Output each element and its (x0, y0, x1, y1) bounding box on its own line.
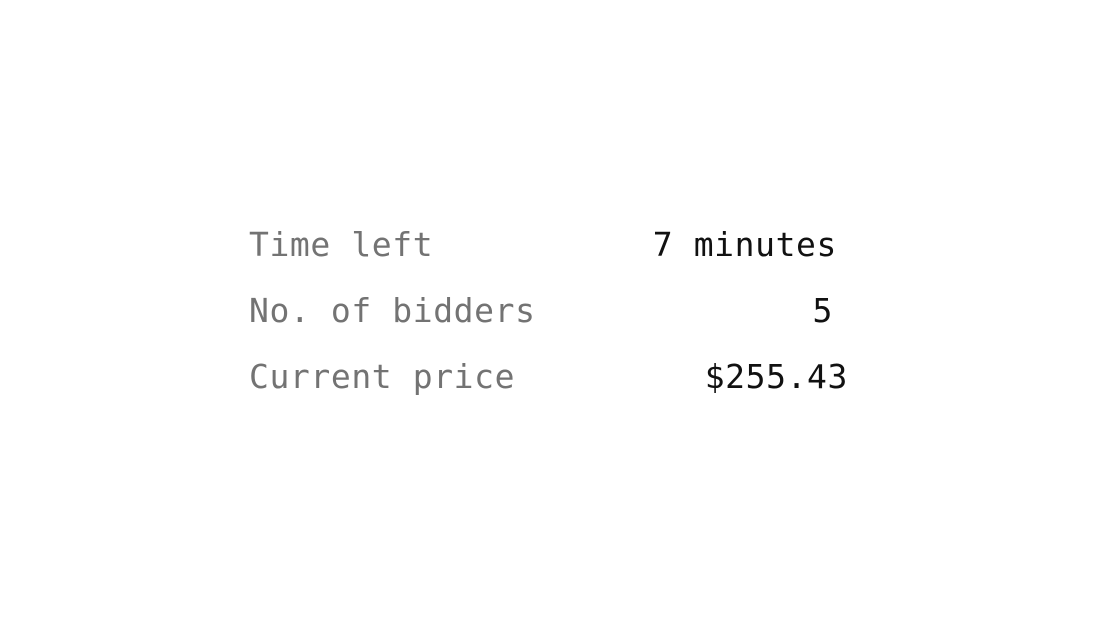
time-left-label: Time left (249, 225, 434, 264)
bidders-row: No. of bidders 5 (249, 288, 889, 354)
price-row: Current price $255.43 (249, 354, 889, 420)
bidders-count: 5 (812, 291, 833, 330)
current-price-label: Current price (249, 357, 516, 396)
bidders-label: No. of bidders (249, 291, 536, 330)
current-price-value: $255.43 (704, 357, 848, 396)
auction-panel: Time left 7 minutes No. of bidders 5 Cur… (0, 0, 1100, 620)
time-left-row: Time left 7 minutes (249, 222, 889, 288)
auction-info-list: Time left 7 minutes No. of bidders 5 Cur… (249, 222, 889, 420)
time-left-value: 7 minutes (652, 225, 837, 264)
